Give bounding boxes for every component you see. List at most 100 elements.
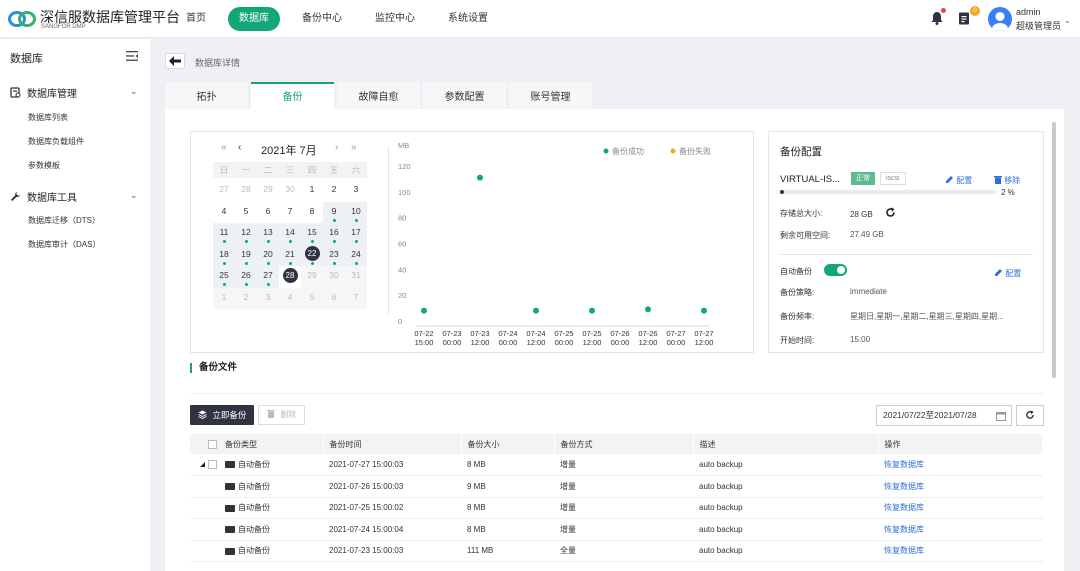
calendar-day[interactable]: 17 (345, 224, 367, 240)
calendar-day[interactable]: 3 (257, 289, 279, 305)
calendar-day[interactable]: 24 (345, 246, 367, 262)
sidebar-item-db-list[interactable]: 数据库列表 (28, 112, 68, 123)
refresh-button[interactable] (1016, 405, 1044, 426)
folder-icon (225, 461, 235, 469)
remove-link-label: 移除 (1004, 176, 1021, 185)
auto-backup-toggle[interactable] (824, 264, 847, 276)
table-row[interactable]: 自动备份 2021-07-27 15:00:03 8 MB 增量 auto backup… (190, 454, 1043, 476)
prev-month-icon[interactable]: ‹ (238, 142, 241, 153)
restore-db-link[interactable]: 恢复数据库 (878, 518, 1043, 541)
calendar-day[interactable]: 27 (257, 267, 279, 283)
tab-3[interactable]: 参数配置 (423, 82, 506, 109)
calendar-day[interactable]: 29 (257, 181, 279, 197)
calendar-day[interactable]: 23 (323, 246, 345, 262)
storage-remove-button[interactable]: 移除 (994, 175, 1020, 186)
calendar-day[interactable]: 19 (235, 246, 257, 262)
user-name[interactable]: admin (1016, 7, 1041, 17)
x-tick-time: 00:00 (555, 338, 574, 347)
panel-scrollbar[interactable] (1052, 122, 1056, 378)
restore-db-link[interactable]: 恢复数据库 (878, 540, 1043, 562)
nav-item-1[interactable]: 数据库 (228, 7, 280, 31)
calendar-day[interactable]: 8 (301, 203, 323, 219)
table-row[interactable]: 自动备份 2021-07-24 15:00:04 8 MB 增量 auto backup… (190, 518, 1043, 541)
database-manage-icon (10, 87, 21, 98)
calendar-day[interactable]: 14 (279, 224, 301, 240)
calendar-day[interactable]: 4 (213, 203, 235, 219)
auto-backup-config-button[interactable]: 配置 (994, 268, 1021, 279)
calendar-day[interactable]: 4 (279, 289, 301, 305)
calendar-day[interactable]: 21 (279, 246, 301, 262)
calendar-day[interactable]: 6 (257, 203, 279, 219)
calendar-day[interactable]: 1 (301, 181, 323, 197)
next-month-icon[interactable]: › (335, 142, 338, 153)
calendar-day[interactable]: 31 (345, 267, 367, 283)
calendar-day[interactable]: 12 (235, 224, 257, 240)
select-all-checkbox[interactable] (208, 439, 217, 449)
calendar-day[interactable]: 5 (235, 203, 257, 219)
restore-db-link[interactable]: 恢复数据库 (878, 497, 1043, 519)
row-checkbox[interactable] (208, 460, 217, 470)
tab-0[interactable]: 拓扑 (165, 82, 248, 109)
calendar-day[interactable]: 9 (323, 203, 345, 219)
calendar-day[interactable]: 28 (235, 181, 257, 197)
calendar-day[interactable]: 11 (213, 224, 235, 240)
sidebar-group-db-tools[interactable]: 数据库工具 ⌄ (10, 189, 150, 204)
nav-item-2[interactable]: 备份中心 (291, 7, 353, 31)
x-tick-date: 07-25 (554, 329, 573, 338)
chevron-down-icon[interactable]: ⌄ (1064, 16, 1071, 25)
calendar-day[interactable]: 25 (213, 267, 235, 283)
table-row[interactable]: 自动备份 2021-07-23 15:00:03 111 MB 全量 auto back… (190, 540, 1043, 562)
calendar-day[interactable]: 28 (279, 267, 301, 283)
menu-collapse-icon[interactable] (126, 51, 138, 61)
sidebar-item-dts[interactable]: 数据库迁移（DTS） (28, 215, 100, 226)
calendar-day[interactable]: 7 (345, 289, 367, 305)
calendar-day[interactable]: 2 (323, 181, 345, 197)
nav-item-3[interactable]: 监控中心 (364, 7, 426, 31)
calendar-day[interactable]: 6 (323, 289, 345, 305)
table-row[interactable]: 自动备份 2021-07-25 15:00:02 8 MB 增量 auto backup… (190, 497, 1043, 519)
calendar-day[interactable]: 16 (323, 224, 345, 240)
back-button[interactable] (165, 53, 185, 69)
column-header-size: 备份大小 (461, 434, 555, 454)
calendar-day[interactable]: 2 (235, 289, 257, 305)
calendar-day[interactable]: 13 (257, 224, 279, 240)
table-row[interactable]: 自动备份 2021-07-26 15:00:03 9 MB 增量 auto backup… (190, 475, 1043, 498)
nav-item-0[interactable]: 首页 (175, 7, 217, 31)
calendar-day[interactable]: 26 (235, 267, 257, 283)
calendar-day[interactable]: 29 (301, 267, 323, 283)
sidebar-item-das[interactable]: 数据库审计（DAS） (28, 239, 100, 250)
sidebar-group-db-manage[interactable]: 数据库管理 ⌄ (10, 85, 150, 100)
column-header-time: 备份时间 (323, 434, 462, 454)
date-range-input[interactable]: 2021/07/22至2021/07/28 (876, 405, 1012, 426)
tab-2[interactable]: 故障自愈 (337, 82, 420, 109)
sidebar-item-db-load[interactable]: 数据库负载组件 (28, 136, 84, 147)
calendar-day[interactable]: 15 (301, 224, 323, 240)
calendar-day[interactable]: 5 (301, 289, 323, 305)
calendar-day[interactable]: 18 (213, 246, 235, 262)
storage-config-button[interactable]: 配置 (945, 175, 972, 186)
collapse-triangle-icon[interactable] (200, 462, 205, 468)
next-year-icon[interactable]: » (351, 142, 357, 153)
calendar-day[interactable]: 10 (345, 203, 367, 219)
restore-db-link[interactable]: 恢复数据库 (878, 454, 1043, 476)
restore-db-link[interactable]: 恢复数据库 (878, 475, 1043, 498)
calendar-day[interactable]: 7 (279, 203, 301, 219)
calendar-day[interactable]: 30 (279, 181, 301, 197)
calendar-day[interactable]: 20 (257, 246, 279, 262)
avatar[interactable] (988, 7, 1012, 31)
arrow-left-icon (169, 56, 181, 66)
calendar-day[interactable]: 22 (301, 246, 323, 262)
sidebar-item-param-template[interactable]: 参数模板 (28, 160, 60, 171)
refresh-icon[interactable] (885, 207, 896, 218)
user-role[interactable]: 超级管理员 (1016, 19, 1061, 32)
tab-4[interactable]: 账号管理 (509, 82, 592, 109)
calendar-day[interactable]: 1 (213, 289, 235, 305)
tab-1[interactable]: 备份 (251, 82, 334, 109)
nav-item-4[interactable]: 系统设置 (437, 7, 499, 31)
backup-now-button[interactable]: 立即备份 (190, 405, 255, 425)
delete-button[interactable]: 删除 (258, 405, 306, 425)
calendar-day[interactable]: 3 (345, 181, 367, 197)
prev-year-icon[interactable]: « (221, 142, 227, 153)
calendar-day[interactable]: 27 (213, 181, 235, 197)
calendar-day[interactable]: 30 (323, 267, 345, 283)
